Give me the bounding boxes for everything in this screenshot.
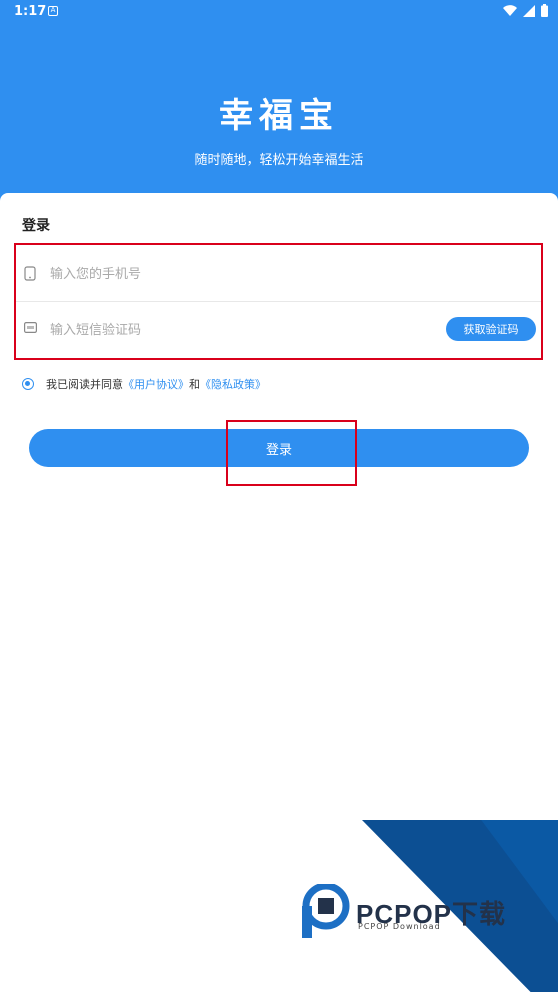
user-agreement-link[interactable]: 《用户协议》 bbox=[123, 376, 189, 392]
watermark-subtitle: PCPOP Download bbox=[358, 922, 441, 931]
battery-icon bbox=[541, 4, 548, 17]
wifi-icon bbox=[503, 4, 517, 16]
status-icons bbox=[503, 4, 548, 17]
agree-prefix: 我已阅读并同意 bbox=[46, 378, 123, 391]
signal-icon bbox=[523, 4, 535, 17]
notification-icon: A bbox=[48, 6, 58, 16]
watermark-logo-icon bbox=[302, 884, 350, 938]
privacy-policy-link[interactable]: 《隐私政策》 bbox=[200, 376, 266, 392]
agreement-row: 我已阅读并同意 《用户协议》 和 《隐私政策》 bbox=[22, 376, 266, 392]
status-time: 1:17 bbox=[14, 4, 47, 19]
status-bar: 1:17 A bbox=[0, 0, 558, 24]
agree-and: 和 bbox=[189, 378, 200, 391]
highlight-box-login bbox=[226, 420, 357, 486]
header-banner: 1:17 A 幸福宝 随时随地，轻松开始幸福生活 bbox=[0, 0, 558, 210]
app-title: 幸福宝 bbox=[219, 96, 339, 136]
highlight-box-fields bbox=[14, 243, 543, 360]
agree-radio[interactable] bbox=[22, 378, 34, 390]
login-title: 登录 bbox=[22, 218, 50, 234]
app-subtitle: 随时随地，轻松开始幸福生活 bbox=[194, 153, 364, 168]
